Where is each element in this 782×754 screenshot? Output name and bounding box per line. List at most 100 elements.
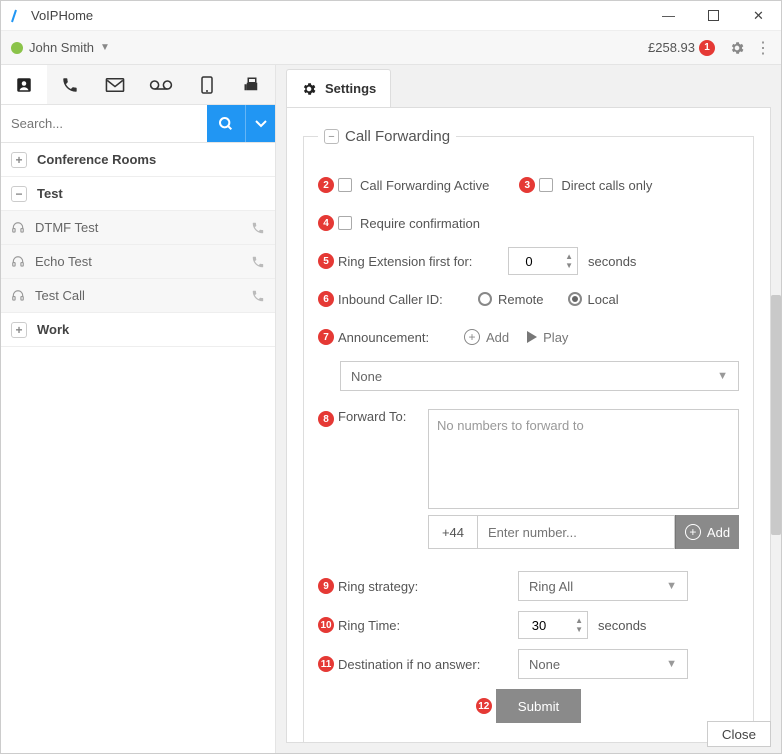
ring-time-spinner[interactable]: ▲▼ xyxy=(518,611,588,639)
group-test[interactable]: − Test xyxy=(1,177,275,211)
tab-fax[interactable] xyxy=(229,65,275,104)
cf-active-label: Call Forwarding Active xyxy=(360,178,489,193)
search-button[interactable] xyxy=(207,105,245,142)
group-label: Work xyxy=(37,322,69,337)
gear-icon xyxy=(301,81,317,97)
phone-icon[interactable] xyxy=(251,221,265,235)
chevron-down-icon xyxy=(255,120,267,128)
scrollbar[interactable] xyxy=(771,295,781,535)
group-conference-rooms[interactable]: + Conference Rooms xyxy=(1,143,275,177)
more-menu-icon[interactable]: ⋮ xyxy=(755,38,771,58)
phone-icon[interactable] xyxy=(251,255,265,269)
ring-ext-spinner[interactable]: ▲▼ xyxy=(508,247,578,275)
item-label: Test Call xyxy=(35,288,85,303)
close-button[interactable]: Close xyxy=(707,721,771,747)
play-announcement-button[interactable]: Play xyxy=(527,330,568,345)
list-item[interactable]: Echo Test xyxy=(1,245,275,279)
phone-icon[interactable] xyxy=(251,289,265,303)
dest-no-answer-select[interactable]: None ▼ xyxy=(518,649,688,679)
add-label: Add xyxy=(486,330,509,345)
callout-badge-12: 12 xyxy=(476,698,492,714)
legend-label: Call Forwarding xyxy=(345,128,450,145)
expand-icon: + xyxy=(11,322,27,338)
group-label: Test xyxy=(37,186,63,201)
sidebar-tabs xyxy=(1,65,275,105)
chevron-down-icon: ▼ xyxy=(717,370,728,382)
fax-icon xyxy=(243,76,261,94)
phone-icon xyxy=(61,76,79,94)
search-row xyxy=(1,105,275,143)
item-label: DTMF Test xyxy=(35,220,98,235)
callout-badge-7: 7 xyxy=(318,329,334,345)
callout-badge-1: 1 xyxy=(699,40,715,56)
tab-messages[interactable] xyxy=(92,65,138,104)
search-dropdown-button[interactable] xyxy=(245,105,275,142)
announcement-label: Announcement: xyxy=(338,330,446,345)
plus-icon: + xyxy=(685,524,701,540)
forward-to-list: No numbers to forward to xyxy=(428,409,739,509)
plus-icon: + xyxy=(464,329,480,345)
ring-strategy-label: Ring strategy: xyxy=(338,579,518,594)
announcement-select[interactable]: None ▼ xyxy=(340,361,739,391)
forward-empty-text: No numbers to forward to xyxy=(437,418,584,433)
maximize-button[interactable] xyxy=(691,1,736,31)
tab-contacts[interactable] xyxy=(1,65,47,104)
add-btn-label: Add xyxy=(707,525,730,540)
balance-label: £258.93 xyxy=(648,40,695,55)
forward-number-input[interactable] xyxy=(478,515,675,549)
search-input[interactable] xyxy=(1,105,207,142)
callout-badge-5: 5 xyxy=(318,253,334,269)
mobile-icon xyxy=(201,76,213,94)
list-item[interactable]: DTMF Test xyxy=(1,211,275,245)
tab-mobile[interactable] xyxy=(184,65,230,104)
headset-icon xyxy=(11,289,27,303)
ring-strategy-select[interactable]: Ring All ▼ xyxy=(518,571,688,601)
country-code-field[interactable]: +44 xyxy=(428,515,478,549)
forward-to-label: Forward To: xyxy=(338,409,428,424)
voicemail-icon xyxy=(149,78,173,92)
group-work[interactable]: + Work xyxy=(1,313,275,347)
select-value: Ring All xyxy=(529,579,573,594)
minimize-button[interactable]: — xyxy=(646,1,691,31)
direct-only-label: Direct calls only xyxy=(561,178,652,193)
spinner-arrows-icon[interactable]: ▲▼ xyxy=(575,616,583,634)
spinner-arrows-icon[interactable]: ▲▼ xyxy=(565,252,573,270)
local-radio[interactable] xyxy=(568,292,582,306)
fieldset-legend[interactable]: − Call Forwarding xyxy=(318,128,456,145)
app-icon xyxy=(9,8,25,24)
item-label: Echo Test xyxy=(35,254,92,269)
add-number-button[interactable]: + Add xyxy=(675,515,739,549)
play-icon xyxy=(527,331,537,343)
titlebar: VoIPHome — ✕ xyxy=(1,1,781,31)
contacts-icon xyxy=(15,76,33,94)
call-forwarding-fieldset: − Call Forwarding 2 Call Forwarding Acti… xyxy=(303,128,754,743)
main-panel: Settings − Call Forwarding 2 Call Forwar… xyxy=(276,65,781,753)
remote-radio[interactable] xyxy=(478,292,492,306)
callout-badge-3: 3 xyxy=(519,177,535,193)
cf-active-checkbox[interactable] xyxy=(338,178,352,192)
require-confirm-checkbox[interactable] xyxy=(338,216,352,230)
tab-voicemail[interactable] xyxy=(138,65,184,104)
tab-calls[interactable] xyxy=(47,65,93,104)
list-item[interactable]: Test Call xyxy=(1,279,275,313)
direct-only-checkbox[interactable] xyxy=(539,178,553,192)
close-window-button[interactable]: ✕ xyxy=(736,1,781,31)
settings-icon[interactable] xyxy=(729,40,745,56)
search-icon xyxy=(218,116,234,132)
ring-ext-input[interactable] xyxy=(509,254,549,269)
select-value: None xyxy=(351,369,382,384)
user-dropdown-icon[interactable]: ▼ xyxy=(100,42,110,53)
submit-button[interactable]: Submit xyxy=(496,689,581,723)
group-label: Conference Rooms xyxy=(37,152,156,167)
ring-time-input[interactable] xyxy=(519,618,559,633)
callout-badge-8: 8 xyxy=(318,411,334,427)
user-name[interactable]: John Smith xyxy=(29,40,94,55)
tab-settings[interactable]: Settings xyxy=(286,69,391,107)
collapse-icon: − xyxy=(11,186,27,202)
add-announcement-button[interactable]: + Add xyxy=(464,329,509,345)
callout-badge-2: 2 xyxy=(318,177,334,193)
window-title: VoIPHome xyxy=(31,8,646,23)
expand-icon: + xyxy=(11,152,27,168)
seconds-label: seconds xyxy=(588,254,636,269)
headset-icon xyxy=(11,255,27,269)
